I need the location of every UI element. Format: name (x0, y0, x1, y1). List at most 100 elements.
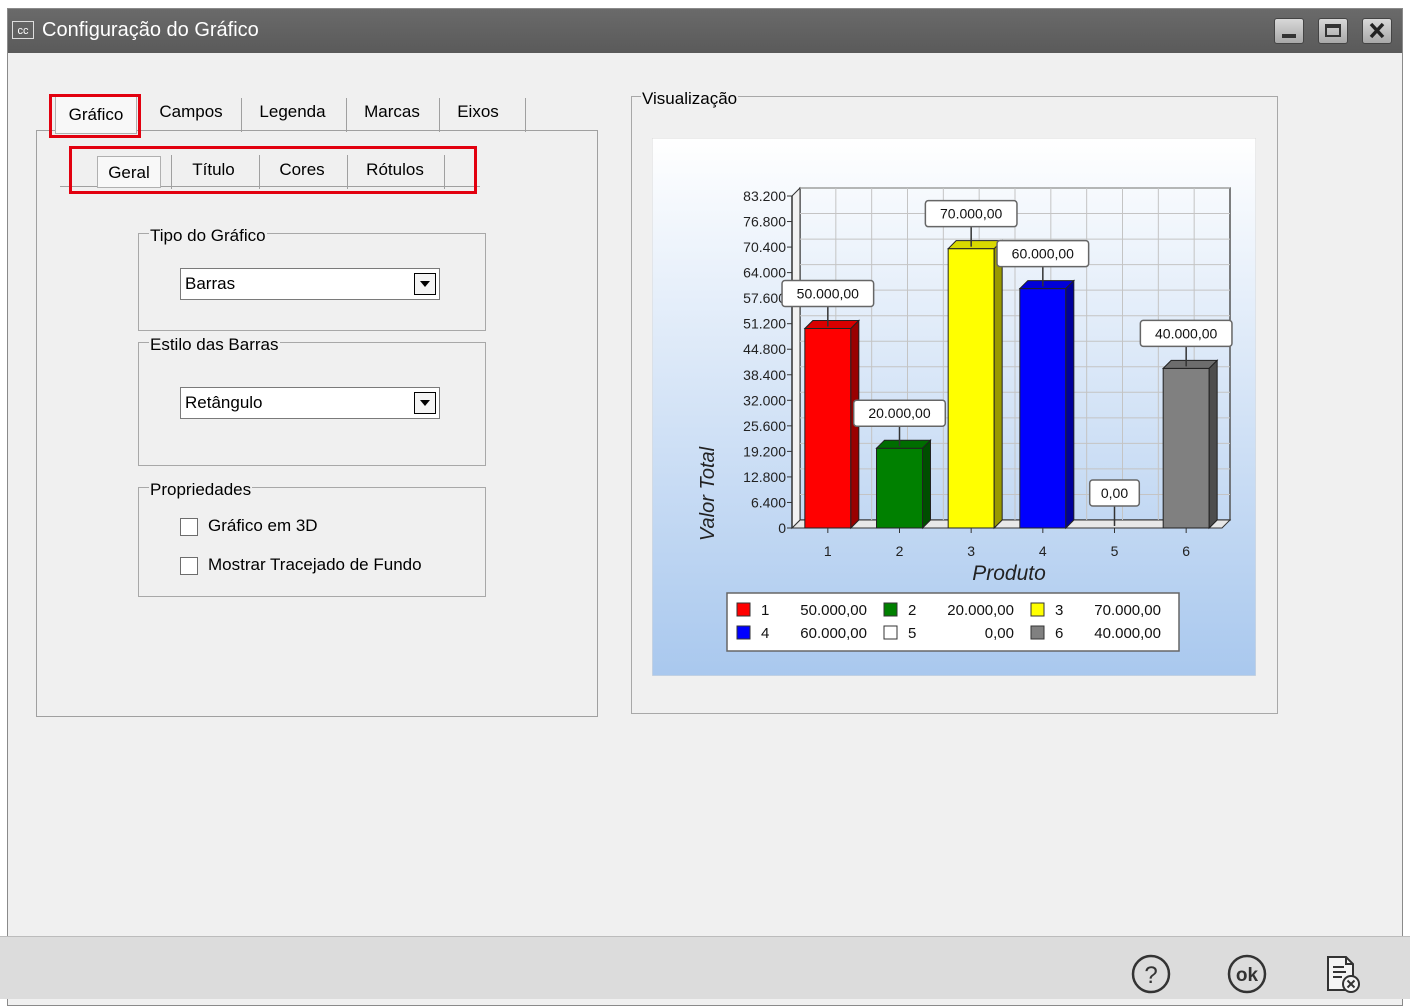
propriedades-label: Propriedades (149, 480, 253, 500)
app-icon: cc (12, 21, 34, 39)
minimize-icon (1282, 34, 1296, 38)
x-tick-label: 4 (1039, 543, 1047, 559)
tab-eixos[interactable]: Eixos (443, 92, 513, 132)
maximize-icon (1325, 24, 1341, 37)
legend-value: 50.000,00 (800, 602, 867, 619)
y-tick-label: 19.200 (743, 443, 786, 459)
tab-marcas[interactable]: Marcas (352, 92, 432, 132)
data-label: 40.000,00 (1155, 325, 1217, 341)
y-tick-label: 0 (778, 520, 786, 536)
legend-value: 60.000,00 (800, 625, 867, 642)
legend-key: 2 (908, 602, 916, 619)
close-button[interactable] (1362, 18, 1392, 44)
x-tick-label: 2 (896, 543, 904, 559)
legend-swatch (736, 625, 751, 640)
tab-separator (346, 98, 347, 132)
data-label: 70.000,00 (940, 206, 1002, 222)
checkbox-tracejado-fundo[interactable] (180, 557, 198, 575)
legend-key: 5 (908, 625, 916, 642)
tab-legenda[interactable]: Legenda (245, 92, 340, 132)
bar-side-6 (1208, 359, 1218, 530)
bar-side-2 (922, 438, 931, 530)
checkbox-grafico-3d[interactable] (180, 518, 198, 536)
bottom-bar (0, 936, 1410, 999)
close-icon (1369, 22, 1385, 39)
legend-swatch (1030, 625, 1045, 640)
chart-side-wall (791, 186, 801, 530)
window-title: Configuração do Gráfico (42, 19, 259, 41)
tab-separator (439, 98, 440, 132)
y-tick-label: 44.800 (743, 341, 786, 357)
x-tick-label: 1 (824, 543, 832, 559)
bar-side-3 (993, 239, 1003, 530)
highlight-subtabs (69, 146, 477, 194)
legend-swatch (736, 602, 751, 617)
title-bar: cc Configuração do Gráfico (8, 9, 1402, 53)
propriedades-group (138, 487, 486, 597)
chevron-down-icon[interactable] (414, 392, 436, 414)
tab-separator (241, 98, 242, 132)
x-tick-label: 3 (967, 543, 975, 559)
x-axis-label: Produto (972, 562, 1046, 585)
estilo-barras-select[interactable]: Retângulo (180, 387, 440, 419)
minimize-button[interactable] (1274, 18, 1304, 44)
chevron-down-icon[interactable] (414, 273, 436, 295)
cancel-document-icon[interactable] (1322, 953, 1364, 995)
maximize-button[interactable] (1318, 18, 1348, 44)
help-icon[interactable]: ? (1130, 953, 1172, 995)
estilo-barras-value: Retângulo (185, 393, 263, 412)
y-tick-label: 6.400 (751, 494, 786, 510)
legend-value: 40.000,00 (1094, 625, 1161, 642)
chart-legend: 1 50.000,00 2 20.000,00 3 70.000,00 4 60.000,00… (726, 592, 1180, 652)
y-tick-label: 57.600 (743, 290, 786, 306)
data-label: 0,00 (1101, 485, 1128, 501)
bar-top-6 (1161, 359, 1219, 369)
data-label: 20.000,00 (868, 405, 930, 421)
y-tick-label: 76.800 (743, 214, 786, 230)
bar-3 (947, 248, 995, 529)
y-tick-label: 25.600 (743, 418, 786, 434)
x-tick-label: 6 (1182, 543, 1190, 559)
tipo-grafico-select[interactable]: Barras (180, 268, 440, 300)
legend-key: 3 (1055, 602, 1063, 619)
ok-icon[interactable]: ok (1226, 953, 1268, 995)
legend-swatch (1030, 602, 1045, 617)
preview-label: Visualização (641, 89, 739, 109)
checkbox-tracejado-fundo-label: Mostrar Tracejado de Fundo (208, 555, 422, 574)
bar-1 (804, 327, 852, 529)
tab-separator (525, 98, 526, 132)
data-label: 50.000,00 (797, 285, 859, 301)
tipo-grafico-label: Tipo do Gráfico (149, 226, 267, 246)
legend-value: 70.000,00 (1094, 602, 1161, 619)
legend-swatch (883, 625, 898, 640)
data-label: 60.000,00 (1012, 246, 1074, 262)
y-tick-label: 64.000 (743, 265, 786, 281)
y-tick-label: 83.200 (743, 188, 786, 204)
bar-chart: 0 6.400 12.800 19.200 25.600 32.000 38.400 44.8… (652, 138, 1256, 676)
tab-campos[interactable]: Campos (146, 92, 236, 132)
tipo-grafico-value: Barras (185, 274, 236, 293)
y-tick-label: 70.400 (743, 239, 786, 255)
bar-top-1 (803, 319, 861, 329)
x-tick-label: 5 (1111, 543, 1119, 559)
estilo-barras-label: Estilo das Barras (149, 335, 280, 355)
y-tick-label: 12.800 (743, 469, 786, 485)
bar-2 (876, 447, 923, 529)
legend-key: 6 (1055, 625, 1063, 642)
highlight-tab-grafico (49, 94, 141, 138)
y-axis-label: Valor Total (697, 446, 719, 541)
y-tick-label: 38.400 (743, 367, 786, 383)
y-tick-label: 51.200 (743, 316, 786, 332)
y-tick-label: 32.000 (743, 392, 786, 408)
legend-value: 20.000,00 (947, 602, 1014, 619)
bar-6 (1162, 367, 1210, 529)
legend-key: 1 (761, 602, 769, 619)
svg-text:?: ? (1144, 962, 1157, 989)
legend-value: 0,00 (985, 625, 1014, 642)
bar-top-4 (1018, 280, 1076, 290)
bar-top-3 (946, 240, 1004, 250)
bar-top-2 (875, 439, 932, 449)
svg-text:ok: ok (1236, 965, 1259, 986)
legend-swatch (883, 602, 898, 617)
bar-side-4 (1065, 279, 1075, 530)
